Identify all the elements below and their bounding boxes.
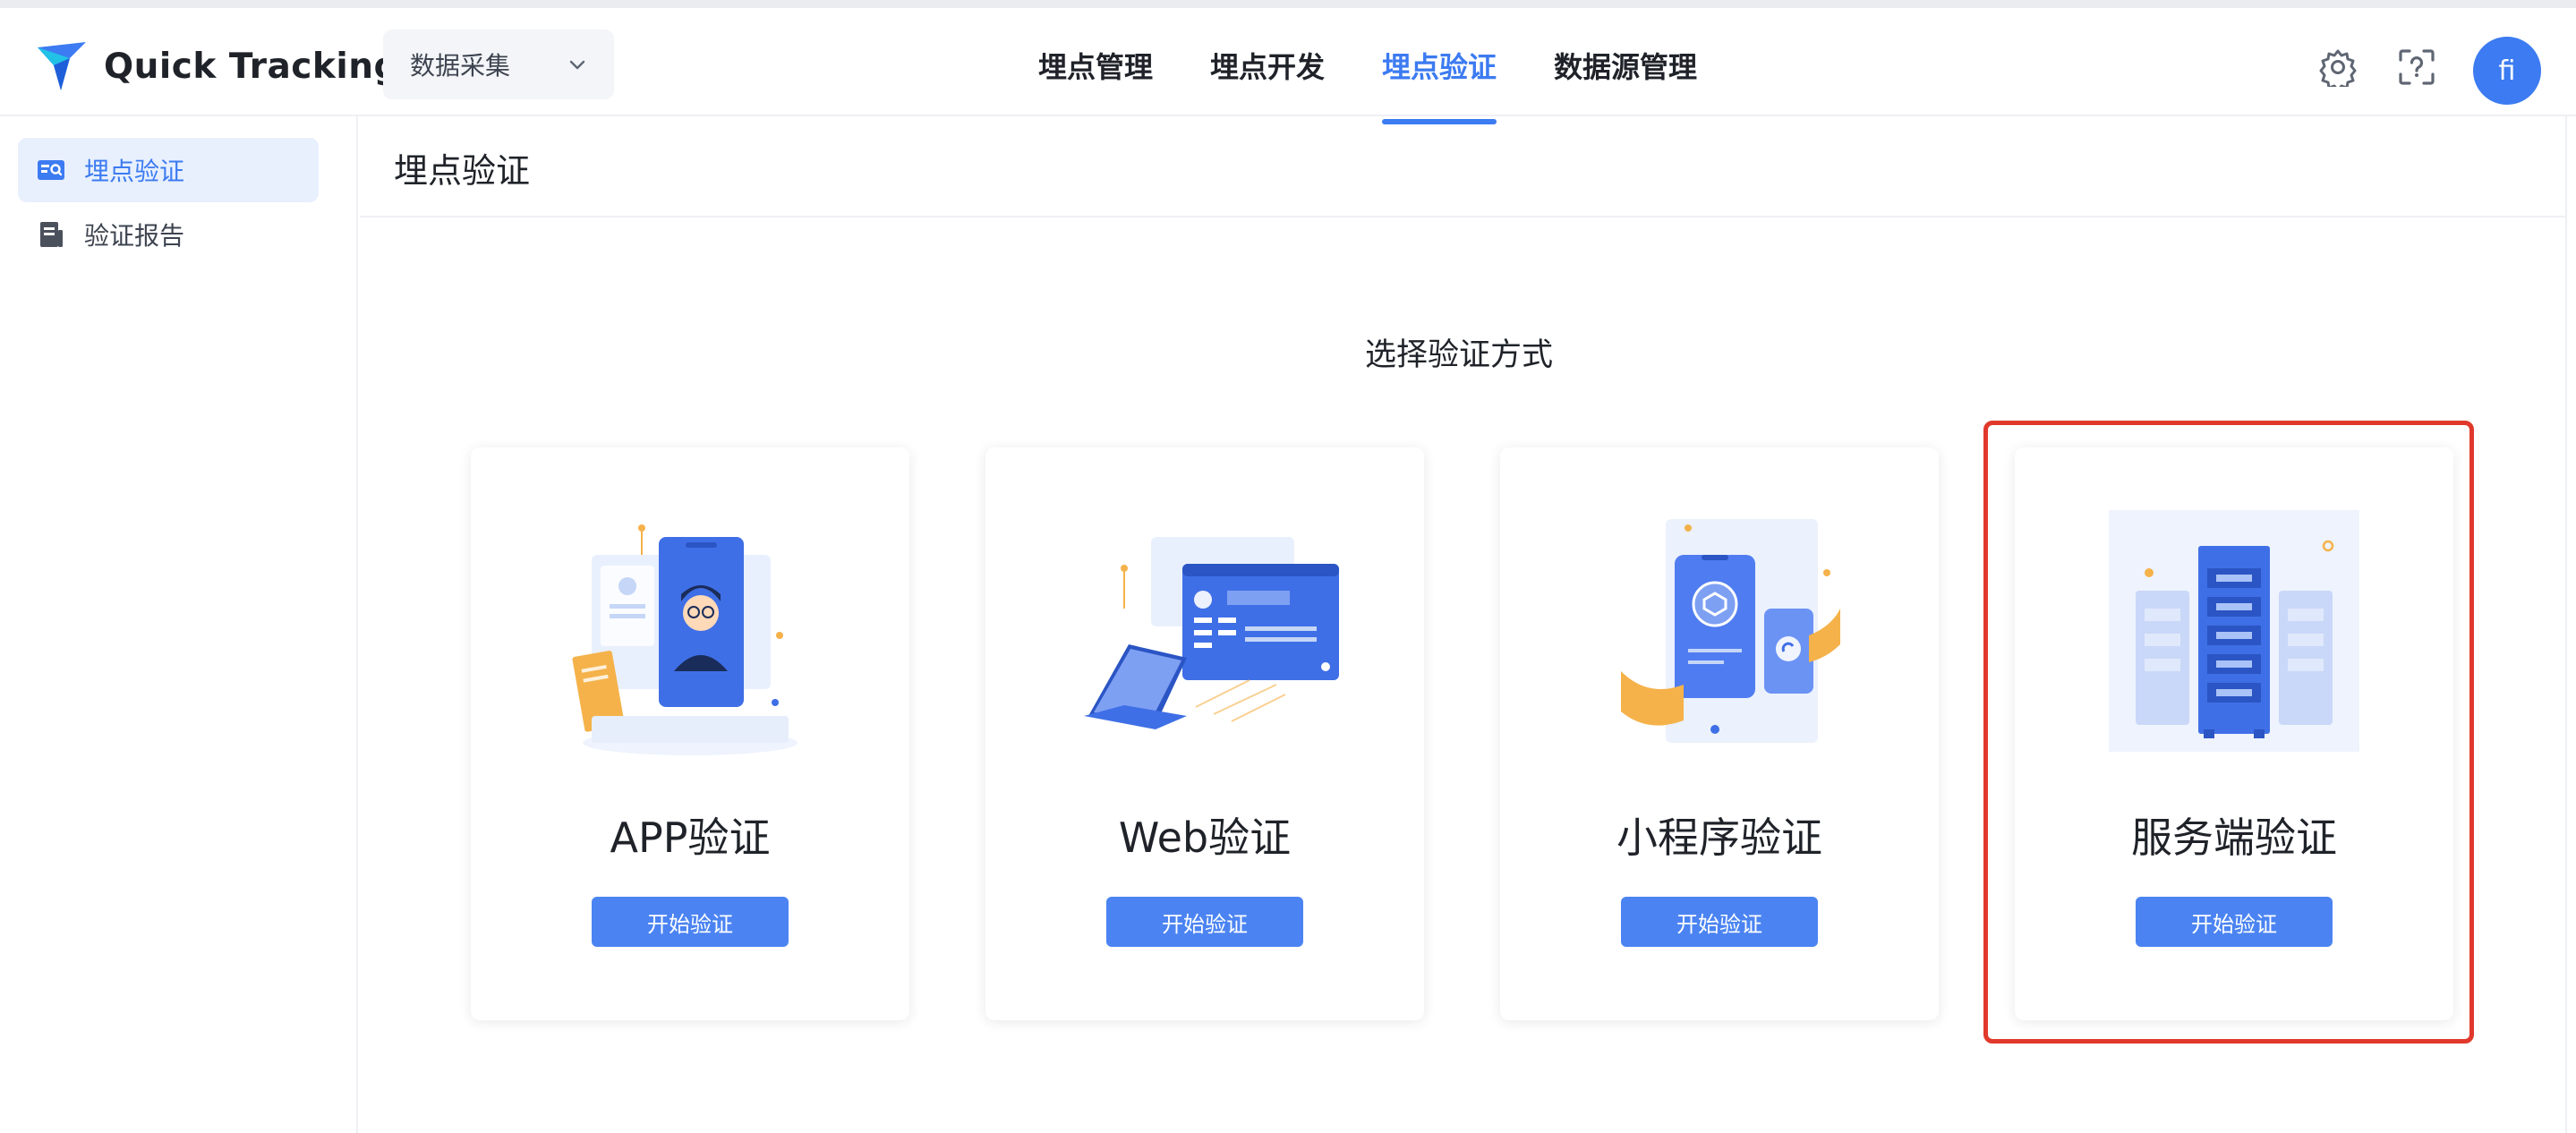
project-select[interactable]: 数据采集 (383, 30, 614, 99)
section-title: 选择验证方式 (1364, 337, 1553, 373)
sidebar-item-label: 埋点验证 (84, 157, 185, 186)
card-title: 小程序验证 (1616, 814, 1822, 862)
start-verification-button[interactable]: 开始验证 (1106, 897, 1303, 947)
nav-item-tracking-management[interactable]: 埋点管理 (1038, 8, 1153, 123)
start-verification-button[interactable]: 开始验证 (2136, 897, 2333, 947)
divider (360, 216, 2567, 217)
sidebar: 埋点验证 验证报告 (0, 116, 358, 1133)
page-title: 埋点验证 (394, 151, 531, 191)
verification-card-server[interactable]: 服务端验证 开始验证 (2015, 447, 2453, 1020)
content-border (2565, 116, 2567, 1133)
verification-card-app[interactable]: APP验证 开始验证 (471, 447, 909, 1020)
user-avatar[interactable]: fi (2473, 37, 2541, 105)
web-verification-illustration (1084, 537, 1339, 729)
verification-card-mini-program[interactable]: 小程序验证 开始验证 (1500, 447, 1939, 1020)
logo-icon (38, 42, 86, 90)
card-title: APP验证 (610, 814, 771, 862)
card-title: Web验证 (1118, 814, 1292, 862)
project-select-value: 数据采集 (410, 51, 511, 81)
nav-item-tracking-verification[interactable]: 埋点验证 (1382, 8, 1497, 124)
app-verification-illustration (572, 524, 798, 755)
settings-gear-icon[interactable] (2318, 47, 2358, 87)
nav-item-datasource-management[interactable]: 数据源管理 (1554, 8, 1697, 123)
verify-card-icon (38, 160, 64, 180)
sidebar-item-label: 验证报告 (84, 221, 185, 251)
chevron-down-icon (569, 60, 585, 70)
top-header: Quick Tracking 数据采集 埋点管理 埋点开发 埋点验证 数据源管理… (0, 0, 2576, 124)
report-document-icon (40, 222, 63, 247)
help-scan-icon[interactable] (2397, 47, 2436, 87)
verification-card-web[interactable]: Web验证 开始验证 (985, 447, 1424, 1020)
card-title: 服务端验证 (2131, 814, 2337, 862)
nav-item-tracking-development[interactable]: 埋点开发 (1210, 8, 1325, 123)
app-logo[interactable]: Quick Tracking (34, 38, 399, 94)
server-verification-illustration (2109, 510, 2359, 752)
mini-program-verification-illustration (1621, 519, 1840, 743)
sidebar-item-verification-report[interactable]: 验证报告 (18, 202, 319, 267)
app-name: Quick Tracking (104, 46, 399, 87)
sidebar-item-tracking-verification[interactable]: 埋点验证 (18, 138, 319, 202)
start-verification-button[interactable]: 开始验证 (1621, 897, 1818, 947)
top-nav: 埋点管理 埋点开发 埋点验证 数据源管理 (1038, 8, 1754, 124)
app-root: Quick Tracking 数据采集 埋点管理 埋点开发 埋点验证 数据源管理… (0, 0, 2576, 1133)
start-verification-button[interactable]: 开始验证 (592, 897, 789, 947)
